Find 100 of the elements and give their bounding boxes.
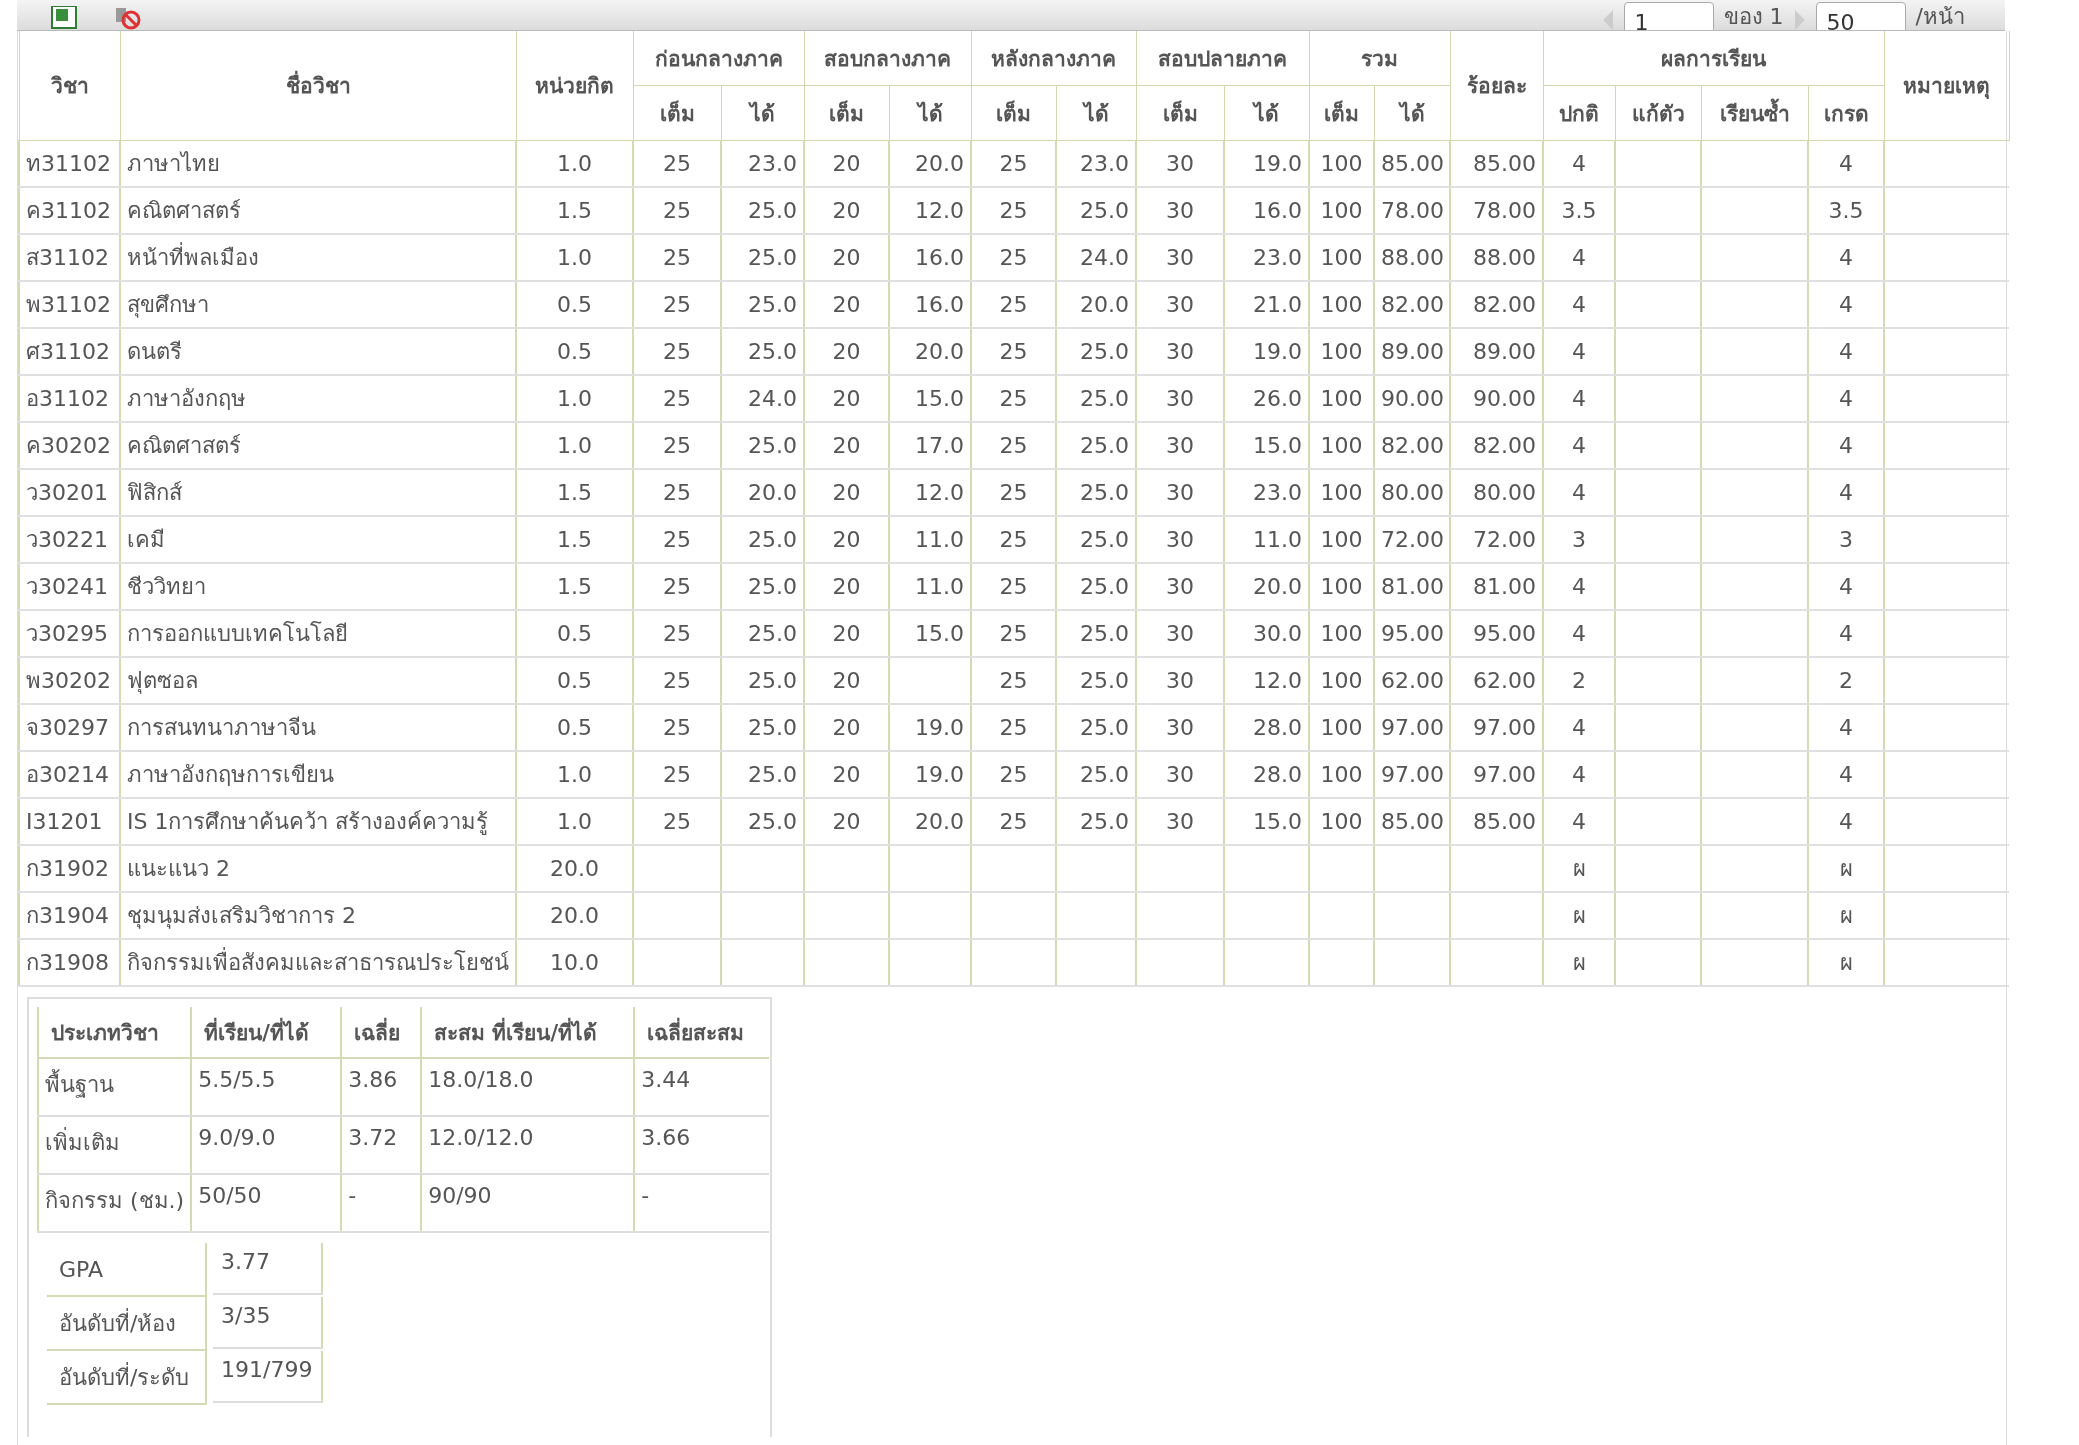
table-cell: การออกแบบเทคโนโลยี xyxy=(120,610,516,657)
table-cell: ภาษาอังกฤษการเขียน xyxy=(120,751,516,798)
table-cell: 28.0 xyxy=(1224,751,1309,798)
table-cell: 85.00 xyxy=(1450,140,1543,187)
table-cell: 100 xyxy=(1309,140,1374,187)
table-cell: 4 xyxy=(1808,422,1884,469)
table-cell: 23.0 xyxy=(1056,140,1136,187)
table-cell: 20 xyxy=(804,375,889,422)
table-cell: 100 xyxy=(1309,610,1374,657)
table-cell: ก31902 xyxy=(19,845,120,892)
table-cell: 100 xyxy=(1309,422,1374,469)
column-header: วิชา xyxy=(19,31,120,141)
table-cell: 20 xyxy=(804,281,889,328)
table-cell: 100 xyxy=(1309,516,1374,563)
table-cell: คณิตศาสตร์ xyxy=(120,187,516,234)
table-cell: 4 xyxy=(1808,704,1884,751)
table-cell: 25 xyxy=(971,375,1056,422)
table-cell: 20.0 xyxy=(721,469,804,516)
table-cell: 95.00 xyxy=(1450,610,1543,657)
table-cell: 20 xyxy=(804,704,889,751)
table-cell: 30 xyxy=(1136,610,1224,657)
table-cell: 1.0 xyxy=(516,751,633,798)
table-cell: ศ31102 xyxy=(19,328,120,375)
table-cell: 1.0 xyxy=(516,234,633,281)
table-cell: 97.00 xyxy=(1374,751,1450,798)
table-cell: 4 xyxy=(1543,469,1615,516)
table-cell: 30 xyxy=(1136,234,1224,281)
column-group-header: รวม xyxy=(1309,31,1450,86)
table-cell: 89.00 xyxy=(1450,328,1543,375)
table-cell: 80.00 xyxy=(1374,469,1450,516)
table-cell: ว30221 xyxy=(19,516,120,563)
table-cell: 0.5 xyxy=(516,704,633,751)
table-cell: 25 xyxy=(971,751,1056,798)
table-cell: 25 xyxy=(971,657,1056,704)
table-cell: 25.0 xyxy=(721,234,804,281)
table-cell: 25 xyxy=(633,140,721,187)
table-cell: I31201 xyxy=(19,798,120,845)
table-cell: 88.00 xyxy=(1450,234,1543,281)
table-cell: 82.00 xyxy=(1450,281,1543,328)
table-cell: 19.0 xyxy=(1224,328,1309,375)
table-cell: 78.00 xyxy=(1450,187,1543,234)
page-input[interactable]: 1 xyxy=(1623,2,1714,30)
table-cell: 30 xyxy=(1136,751,1224,798)
stat-value: 191/799 xyxy=(213,1351,323,1403)
table-cell: แนะแนว 2 xyxy=(120,845,516,892)
table-cell: 0.5 xyxy=(516,328,633,375)
table-cell: 25 xyxy=(971,704,1056,751)
table-cell: 4 xyxy=(1543,563,1615,610)
table-cell: 88.00 xyxy=(1374,234,1450,281)
column-subheader: ได้ xyxy=(889,85,971,141)
table-cell: 30 xyxy=(1136,704,1224,751)
table-cell: 25 xyxy=(633,234,721,281)
table-cell: 1.5 xyxy=(516,516,633,563)
table-cell: 4 xyxy=(1543,610,1615,657)
table-cell: 82.00 xyxy=(1450,422,1543,469)
table-cell: 25.0 xyxy=(721,422,804,469)
table-cell: 28.0 xyxy=(1224,704,1309,751)
table-cell: 0.5 xyxy=(516,610,633,657)
per-page-input[interactable]: 50 xyxy=(1815,2,1906,30)
table-cell: 4 xyxy=(1808,798,1884,845)
table-cell: 30 xyxy=(1136,798,1224,845)
table-cell: 20 xyxy=(804,610,889,657)
table-cell: กิจกรรมเพื่อสังคมและสาธารณประโยชน์ xyxy=(120,939,516,986)
table-cell: 72.00 xyxy=(1450,516,1543,563)
table-cell: 20.0 xyxy=(516,892,633,939)
table-cell: - xyxy=(341,1174,422,1232)
table-cell: 21.0 xyxy=(1224,281,1309,328)
table-cell: 25.0 xyxy=(721,798,804,845)
table-cell: 25 xyxy=(971,563,1056,610)
column-group-header: สอบปลายภาค xyxy=(1136,31,1309,86)
table-cell: 4 xyxy=(1543,281,1615,328)
column-subheader: เรียนซ้ำ xyxy=(1701,85,1808,141)
table-cell: 30 xyxy=(1136,328,1224,375)
column-header: หน่วยกิต xyxy=(516,31,633,141)
table-cell: ผ xyxy=(1543,892,1615,939)
table-cell: ดนตรี xyxy=(120,328,516,375)
stat-label: อันดับที่/ระดับ xyxy=(47,1351,207,1405)
table-cell: 25 xyxy=(633,563,721,610)
table-cell: 25.0 xyxy=(1056,751,1136,798)
table-cell: IS 1การศึกษาค้นคว้า สร้างองค์ความรู้ xyxy=(120,798,516,845)
table-cell: 19.0 xyxy=(889,704,971,751)
table-cell: 50/50 xyxy=(191,1174,342,1232)
table-cell: 97.00 xyxy=(1374,704,1450,751)
table-cell: 62.00 xyxy=(1450,657,1543,704)
table-cell: 1.0 xyxy=(516,375,633,422)
table-cell: 25 xyxy=(633,610,721,657)
table-cell: 100 xyxy=(1309,704,1374,751)
table-cell: 15.0 xyxy=(889,610,971,657)
table-cell: ภาษาไทย xyxy=(120,140,516,187)
table-cell: 20.0 xyxy=(889,140,971,187)
table-cell: ฟุตซอล xyxy=(120,657,516,704)
table-cell: 25.0 xyxy=(1056,610,1136,657)
table-cell: 25 xyxy=(971,187,1056,234)
table-cell: 25.0 xyxy=(1056,798,1136,845)
table-cell: 30 xyxy=(1136,516,1224,563)
table-cell: 20.0 xyxy=(889,328,971,375)
table-cell: 3.66 xyxy=(634,1116,770,1174)
table-cell: 85.00 xyxy=(1374,798,1450,845)
table-cell: ค31102 xyxy=(19,187,120,234)
table-cell: ชีววิทยา xyxy=(120,563,516,610)
